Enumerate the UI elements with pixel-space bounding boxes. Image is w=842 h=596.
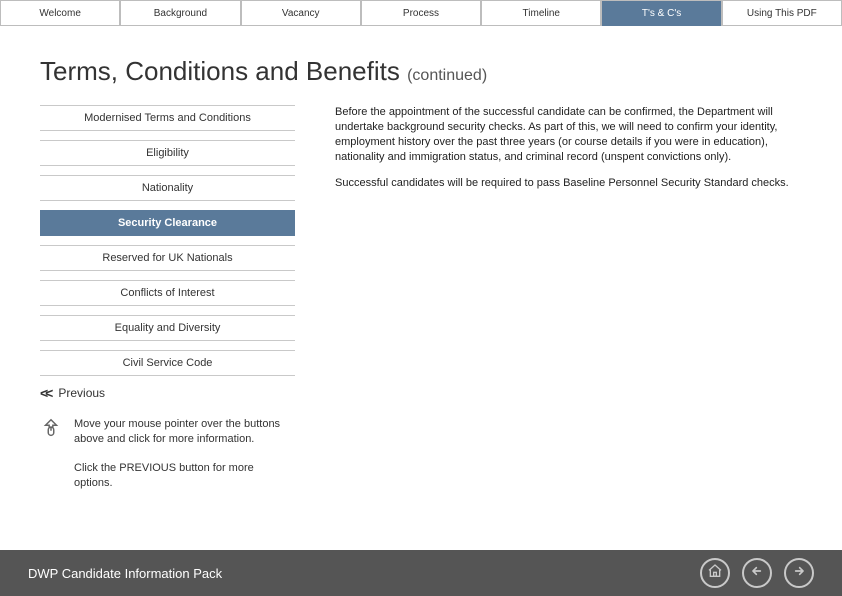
tab-welcome[interactable]: Welcome — [1, 1, 119, 26]
heading-main: Terms, Conditions and Benefits — [40, 56, 400, 86]
footer: DWP Candidate Information Pack — [0, 550, 842, 596]
tab-ts-and-cs[interactable]: T's & C's — [602, 1, 720, 26]
tab-label: Background — [154, 8, 207, 19]
hint-row: Click the PREVIOUS button for more optio… — [40, 461, 295, 491]
home-icon — [707, 563, 723, 584]
top-nav: Welcome Background Vacancy Process Timel… — [0, 0, 842, 26]
tab-label: Timeline — [523, 8, 560, 19]
sidebar-item-label: Conflicts of Interest — [120, 287, 214, 299]
sidebar-item-label: Nationality — [142, 182, 193, 194]
sidebar-item-eligibility[interactable]: Eligibility — [40, 140, 295, 166]
sidebar-item-label: Modernised Terms and Conditions — [84, 112, 251, 124]
sidebar-item-label: Eligibility — [146, 147, 189, 159]
sidebar-item-nationality[interactable]: Nationality — [40, 175, 295, 201]
body-paragraph: Successful candidates will be required t… — [335, 176, 802, 191]
prev-page-button[interactable] — [742, 558, 772, 588]
previous-label: Previous — [58, 386, 105, 400]
sidebar-item-security-clearance[interactable]: Security Clearance — [40, 210, 295, 236]
main-content: Before the appointment of the successful… — [335, 105, 802, 504]
footer-nav — [700, 558, 814, 588]
sidebar-item-conflicts[interactable]: Conflicts of Interest — [40, 280, 295, 306]
sidebar: Modernised Terms and Conditions Eligibil… — [40, 105, 295, 504]
hint-text: Move your mouse pointer over the buttons… — [74, 417, 295, 447]
chevron-left-icon: << — [40, 385, 50, 401]
sidebar-item-civil-service-code[interactable]: Civil Service Code — [40, 350, 295, 376]
next-page-button[interactable] — [784, 558, 814, 588]
home-button[interactable] — [700, 558, 730, 588]
tab-timeline[interactable]: Timeline — [482, 1, 600, 26]
tab-label: Using This PDF — [747, 8, 817, 19]
sidebar-item-label: Security Clearance — [118, 217, 217, 229]
page-title: Terms, Conditions and Benefits (continue… — [40, 56, 802, 87]
tab-label: Vacancy — [282, 8, 320, 19]
sidebar-item-reserved-uk[interactable]: Reserved for UK Nationals — [40, 245, 295, 271]
tab-using-pdf[interactable]: Using This PDF — [723, 1, 841, 26]
footer-title: DWP Candidate Information Pack — [28, 566, 222, 581]
body-paragraph: Before the appointment of the successful… — [335, 105, 802, 164]
sidebar-item-equality[interactable]: Equality and Diversity — [40, 315, 295, 341]
arrow-right-icon — [791, 563, 807, 584]
heading-suffix: (continued) — [407, 67, 487, 84]
hint-text: Click the PREVIOUS button for more optio… — [74, 461, 295, 491]
sidebar-item-label: Reserved for UK Nationals — [102, 252, 232, 264]
sidebar-item-modernised-tc[interactable]: Modernised Terms and Conditions — [40, 105, 295, 131]
previous-button[interactable]: << Previous — [40, 385, 295, 401]
sidebar-item-label: Equality and Diversity — [115, 322, 221, 334]
tab-label: Process — [403, 8, 439, 19]
hint-row: Move your mouse pointer over the buttons… — [40, 417, 295, 447]
tab-label: Welcome — [39, 8, 81, 19]
tab-label: T's & C's — [642, 8, 681, 19]
arrow-left-icon — [749, 563, 765, 584]
tab-background[interactable]: Background — [121, 1, 239, 26]
tab-process[interactable]: Process — [362, 1, 480, 26]
sidebar-item-label: Civil Service Code — [123, 357, 213, 369]
mouse-pointer-icon — [40, 417, 62, 444]
tab-vacancy[interactable]: Vacancy — [242, 1, 360, 26]
